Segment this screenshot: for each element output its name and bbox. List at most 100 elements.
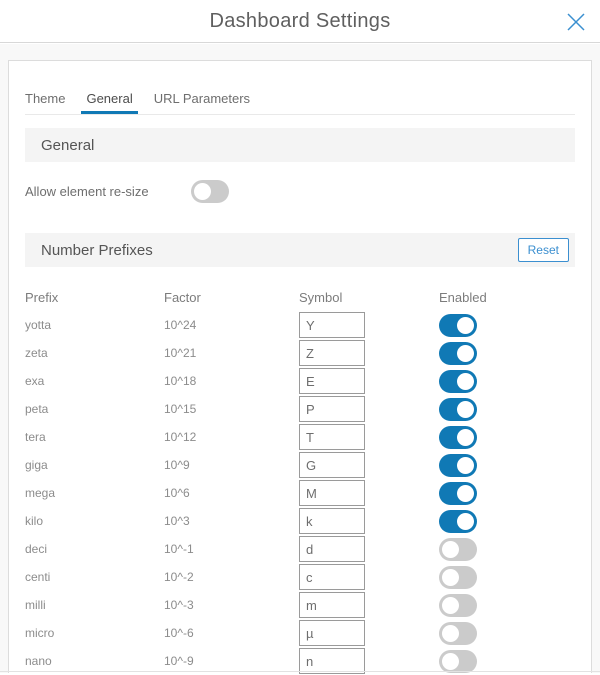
symbol-input[interactable] — [299, 396, 365, 422]
enabled-toggle[interactable] — [439, 454, 477, 477]
general-section-header: General — [25, 128, 575, 162]
prefix-name: tera — [25, 430, 164, 444]
enabled-toggle[interactable] — [439, 426, 477, 449]
factor-value: 10^21 — [164, 346, 299, 360]
enabled-toggle[interactable] — [439, 538, 477, 561]
column-header-factor: Factor — [164, 290, 299, 305]
dialog-body: Theme General URL Parameters General All… — [0, 44, 600, 673]
enabled-toggle[interactable] — [439, 566, 477, 589]
prefix-name: deci — [25, 542, 164, 556]
enabled-toggle[interactable] — [439, 482, 477, 505]
column-header-enabled: Enabled — [439, 290, 575, 305]
tab-bar: Theme General URL Parameters — [25, 61, 575, 115]
table-body: yotta 10^24 zeta 10^21 exa 10^18 — [25, 311, 575, 675]
factor-value: 10^-1 — [164, 542, 299, 556]
number-prefixes-title: Number Prefixes — [41, 242, 153, 259]
toggle-knob — [457, 457, 474, 474]
close-button[interactable] — [560, 6, 592, 38]
prefix-name: giga — [25, 458, 164, 472]
toggle-knob — [457, 317, 474, 334]
toggle-knob — [457, 345, 474, 362]
allow-resize-label: Allow element re-size — [25, 184, 191, 199]
table-row: yotta 10^24 — [25, 311, 575, 339]
prefix-name: zeta — [25, 346, 164, 360]
enabled-toggle[interactable] — [439, 510, 477, 533]
symbol-input[interactable] — [299, 564, 365, 590]
table-row: centi 10^-2 — [25, 563, 575, 591]
prefix-name: nano — [25, 654, 164, 668]
symbol-input[interactable] — [299, 536, 365, 562]
toggle-knob — [457, 485, 474, 502]
prefix-name: mega — [25, 486, 164, 500]
prefix-name: exa — [25, 374, 164, 388]
factor-value: 10^-9 — [164, 654, 299, 668]
enabled-toggle[interactable] — [439, 314, 477, 337]
table-header-row: Prefix Factor Symbol Enabled — [25, 283, 575, 311]
toggle-knob — [442, 569, 459, 586]
symbol-input[interactable] — [299, 312, 365, 338]
tab-url-parameters[interactable]: URL Parameters — [149, 89, 255, 114]
toggle-knob — [457, 401, 474, 418]
symbol-input[interactable] — [299, 508, 365, 534]
prefix-name: milli — [25, 598, 164, 612]
reset-button[interactable]: Reset — [518, 238, 569, 262]
table-row: exa 10^18 — [25, 367, 575, 395]
factor-value: 10^15 — [164, 402, 299, 416]
table-row: micro 10^-6 — [25, 619, 575, 647]
table-row: peta 10^15 — [25, 395, 575, 423]
factor-value: 10^24 — [164, 318, 299, 332]
symbol-input[interactable] — [299, 620, 365, 646]
enabled-toggle[interactable] — [439, 594, 477, 617]
toggle-knob — [442, 653, 459, 670]
enabled-toggle[interactable] — [439, 342, 477, 365]
factor-value: 10^9 — [164, 458, 299, 472]
general-section-title: General — [41, 137, 94, 154]
dialog-title: Dashboard Settings — [0, 0, 600, 42]
symbol-input[interactable] — [299, 452, 365, 478]
toggle-knob — [442, 625, 459, 642]
prefix-name: centi — [25, 570, 164, 584]
symbol-input[interactable] — [299, 592, 365, 618]
factor-value: 10^-6 — [164, 626, 299, 640]
table-row: giga 10^9 — [25, 451, 575, 479]
close-icon — [565, 11, 587, 33]
toggle-knob — [442, 541, 459, 558]
factor-value: 10^-2 — [164, 570, 299, 584]
toggle-knob — [442, 597, 459, 614]
symbol-input[interactable] — [299, 340, 365, 366]
table-row: kilo 10^3 — [25, 507, 575, 535]
table-row: mega 10^6 — [25, 479, 575, 507]
enabled-toggle[interactable] — [439, 370, 477, 393]
enabled-toggle[interactable] — [439, 398, 477, 421]
prefix-table: Prefix Factor Symbol Enabled yotta 10^24… — [25, 283, 575, 675]
table-row: milli 10^-3 — [25, 591, 575, 619]
table-row: zeta 10^21 — [25, 339, 575, 367]
toggle-knob — [457, 429, 474, 446]
toggle-knob — [194, 183, 211, 200]
table-row: deci 10^-1 — [25, 535, 575, 563]
prefix-name: peta — [25, 402, 164, 416]
factor-value: 10^6 — [164, 486, 299, 500]
factor-value: 10^18 — [164, 374, 299, 388]
dialog-titlebar: Dashboard Settings — [0, 0, 600, 43]
prefix-name: kilo — [25, 514, 164, 528]
allow-resize-toggle[interactable] — [191, 180, 229, 203]
factor-value: 10^3 — [164, 514, 299, 528]
factor-value: 10^12 — [164, 430, 299, 444]
symbol-input[interactable] — [299, 480, 365, 506]
allow-resize-row: Allow element re-size — [25, 162, 575, 220]
toggle-knob — [457, 513, 474, 530]
enabled-toggle[interactable] — [439, 622, 477, 645]
symbol-input[interactable] — [299, 424, 365, 450]
symbol-input[interactable] — [299, 368, 365, 394]
column-header-prefix: Prefix — [25, 290, 164, 305]
table-row: tera 10^12 — [25, 423, 575, 451]
toggle-knob — [457, 373, 474, 390]
tab-general[interactable]: General — [81, 89, 137, 114]
prefix-name: micro — [25, 626, 164, 640]
factor-value: 10^-3 — [164, 598, 299, 612]
dialog-bottom-edge — [0, 671, 600, 672]
tab-theme[interactable]: Theme — [20, 89, 70, 114]
enabled-toggle[interactable] — [439, 650, 477, 673]
number-prefixes-section-header: Number Prefixes Reset — [25, 233, 575, 267]
